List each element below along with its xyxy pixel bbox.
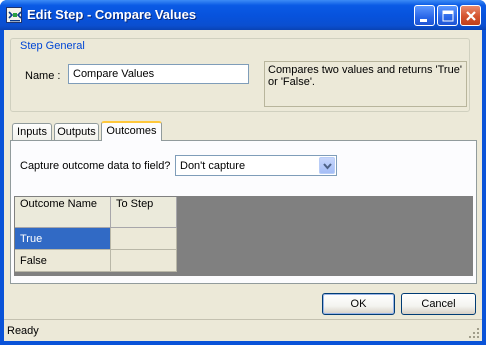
dialog-window: Edit Step - Compare Values Step General … (0, 0, 486, 345)
tab-inputs[interactable]: Inputs (12, 123, 52, 141)
outcomes-grid[interactable]: Outcome Name To Step True False (14, 196, 473, 276)
dropdown-arrow-button[interactable] (319, 157, 335, 174)
cancel-button[interactable]: Cancel (401, 293, 476, 315)
chevron-down-icon (323, 163, 332, 170)
step-general-title: Step General (18, 40, 87, 52)
capture-field-value: Don't capture (180, 160, 246, 172)
column-header-to-step[interactable]: To Step (111, 197, 177, 228)
table-row-cell-to-step[interactable] (111, 250, 177, 272)
maximize-button[interactable] (437, 5, 458, 26)
status-text: Ready (7, 325, 39, 337)
app-icon (6, 7, 22, 23)
step-general-group: Step General Name : Compare Values Compa… (10, 38, 470, 112)
table-row-cell-to-step[interactable] (111, 228, 177, 250)
capture-field-dropdown[interactable]: Don't capture (175, 155, 337, 176)
table-row-cell-outcome-name[interactable]: True (15, 228, 111, 250)
resize-grip-icon[interactable] (468, 327, 480, 339)
column-header-outcome-name[interactable]: Outcome Name (15, 197, 111, 228)
window-title: Edit Step - Compare Values (27, 7, 197, 22)
capture-outcome-label: Capture outcome data to field? (20, 160, 171, 172)
dialog-client-area: Step General Name : Compare Values Compa… (4, 30, 482, 341)
outcomes-panel: Capture outcome data to field? Don't cap… (10, 140, 477, 284)
status-bar: Ready (4, 319, 482, 341)
description-box: Compares two values and returns 'True' o… (264, 61, 467, 107)
tab-outcomes[interactable]: Outcomes (101, 121, 162, 141)
ok-button[interactable]: OK (322, 293, 395, 315)
name-label: Name : (25, 70, 61, 82)
minimize-button[interactable] (414, 5, 435, 26)
close-button[interactable] (460, 5, 481, 26)
title-bar[interactable]: Edit Step - Compare Values (0, 0, 486, 30)
tab-outputs[interactable]: Outputs (54, 123, 99, 141)
name-field[interactable]: Compare Values (68, 64, 249, 84)
table-row-cell-outcome-name[interactable]: False (15, 250, 111, 272)
